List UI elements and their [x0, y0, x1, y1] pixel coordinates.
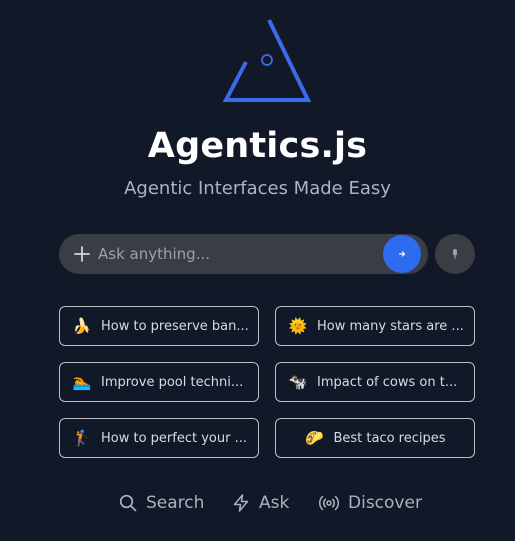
suggestion-chip[interactable]: 🍌 How to preserve ban... [59, 306, 259, 346]
swimmer-icon: 🏊 [72, 373, 92, 391]
suggestion-chip[interactable]: 🏊 Improve pool techni... [59, 362, 259, 402]
suggestion-label: Impact of cows on t... [317, 374, 458, 390]
suggestion-label: How to perfect your ... [101, 430, 247, 446]
nav-search-label: Search [146, 493, 205, 513]
suggestion-label: Improve pool techni... [101, 374, 244, 390]
sun-icon: 🌞 [288, 317, 308, 335]
arrow-right-icon [398, 251, 406, 257]
nav-search[interactable]: Search [119, 490, 204, 516]
suggestion-label: How many stars are ... [317, 318, 464, 334]
plus-icon[interactable] [73, 245, 91, 263]
triangle-logo-icon [222, 19, 312, 102]
golfer-icon: 🏌 [72, 429, 92, 447]
suggestion-chip[interactable]: 🌮 Best taco recipes [275, 418, 475, 458]
broadcast-icon [319, 495, 339, 511]
microphone-icon [453, 249, 457, 259]
app-title: Agentics.js [147, 126, 368, 166]
nav-discover[interactable]: Discover [319, 490, 422, 516]
search-input[interactable] [98, 234, 398, 274]
suggestion-chip[interactable]: 🏌 How to perfect your ... [59, 418, 259, 458]
suggestion-label: Best taco recipes [333, 430, 446, 446]
suggestion-label: How to preserve ban... [101, 318, 249, 334]
search-icon [119, 494, 137, 512]
nav-ask[interactable]: Ask [232, 490, 289, 516]
nav-ask-label: Ask [259, 493, 290, 513]
lightning-icon [233, 494, 249, 512]
taco-icon: 🌮 [305, 429, 324, 447]
banana-icon: 🍌 [72, 317, 92, 335]
cow-icon: 🐄 [288, 373, 308, 391]
send-button[interactable] [383, 235, 421, 273]
search-bar [59, 234, 428, 274]
app-subtitle: Agentic Interfaces Made Easy [124, 178, 391, 199]
voice-button[interactable] [435, 234, 475, 274]
suggestion-chip[interactable]: 🌞 How many stars are ... [275, 306, 475, 346]
suggestion-chip[interactable]: 🐄 Impact of cows on t... [275, 362, 475, 402]
nav-discover-label: Discover [348, 493, 422, 513]
